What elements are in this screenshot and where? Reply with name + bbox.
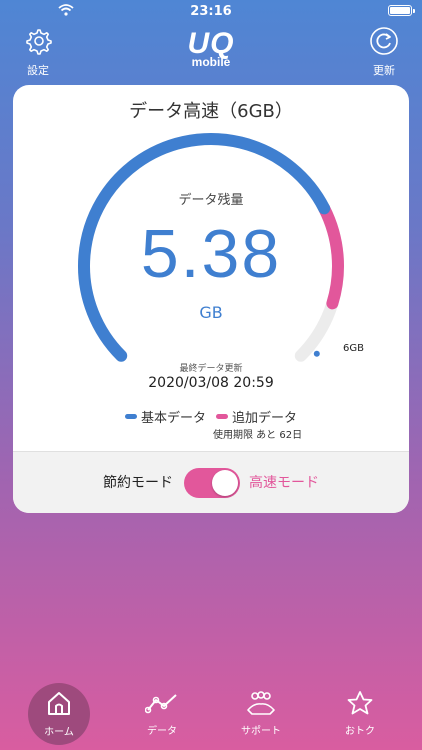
legend-extra-swatch [216,414,228,419]
remaining-unit: GB [199,303,223,322]
settings-label: 設定 [27,64,49,77]
tab-data-label: データ [147,726,177,737]
legend-extra-label: 追加データ [232,411,298,426]
refresh-label: 更新 [373,64,395,77]
speed-mode-toggle[interactable] [184,468,240,498]
star-icon [347,691,373,715]
home-icon [48,692,70,715]
tab-data[interactable]: データ [127,690,197,746]
uq-mobile-logo: UQ mobile [187,27,235,69]
battery-icon [388,5,415,16]
status-bar: 23:16 [0,0,422,22]
header: 設定 UQ mobile 更新 [0,26,422,78]
toggle-knob [212,470,238,496]
chart-icon [144,694,177,714]
expiry-text: 使用期限 あと 62日 [213,430,303,441]
remaining-value: 5.38 [140,216,282,292]
tab-support-label: サポート [241,726,281,737]
support-icon [247,691,275,715]
gear-icon [26,29,52,55]
tab-bar: ホーム データ サポート おトク [0,680,422,750]
legend-basic-label: 基本データ [140,411,206,426]
status-time: 23:16 [190,3,232,19]
tab-home[interactable]: ホーム [28,683,90,745]
refresh-icon [370,27,398,55]
tab-deals-label: おトク [345,726,375,737]
legend-extra: 追加データ [216,407,297,426]
refresh-button[interactable]: 更新 [360,26,408,78]
saving-mode-label: 節約モード [103,475,173,491]
remaining-label: データ残量 [178,193,244,208]
gauge-legend: 基本データ 追加データ [13,407,409,426]
legend-basic-swatch [124,414,137,419]
last-updated-value: 2020/03/08 20:59 [148,375,274,391]
wifi-icon [58,4,74,16]
mode-row: 節約モード 高速モード [13,451,409,513]
settings-button[interactable]: 設定 [14,26,62,78]
tab-deals[interactable]: おトク [325,690,395,746]
data-usage-card: データ高速（6GB） データ残量 5.38 GB 6GB 最終データ更新 202… [13,85,409,513]
last-updated-label: 最終データ更新 [179,364,243,374]
tab-home-label: ホーム [44,727,74,738]
gauge-max-label: 6GB [343,343,364,354]
tab-support[interactable]: サポート [226,690,296,746]
gauge-max-dot [313,350,320,357]
legend-basic: 基本データ [124,407,206,426]
high-speed-mode-label: 高速モード [249,475,319,491]
